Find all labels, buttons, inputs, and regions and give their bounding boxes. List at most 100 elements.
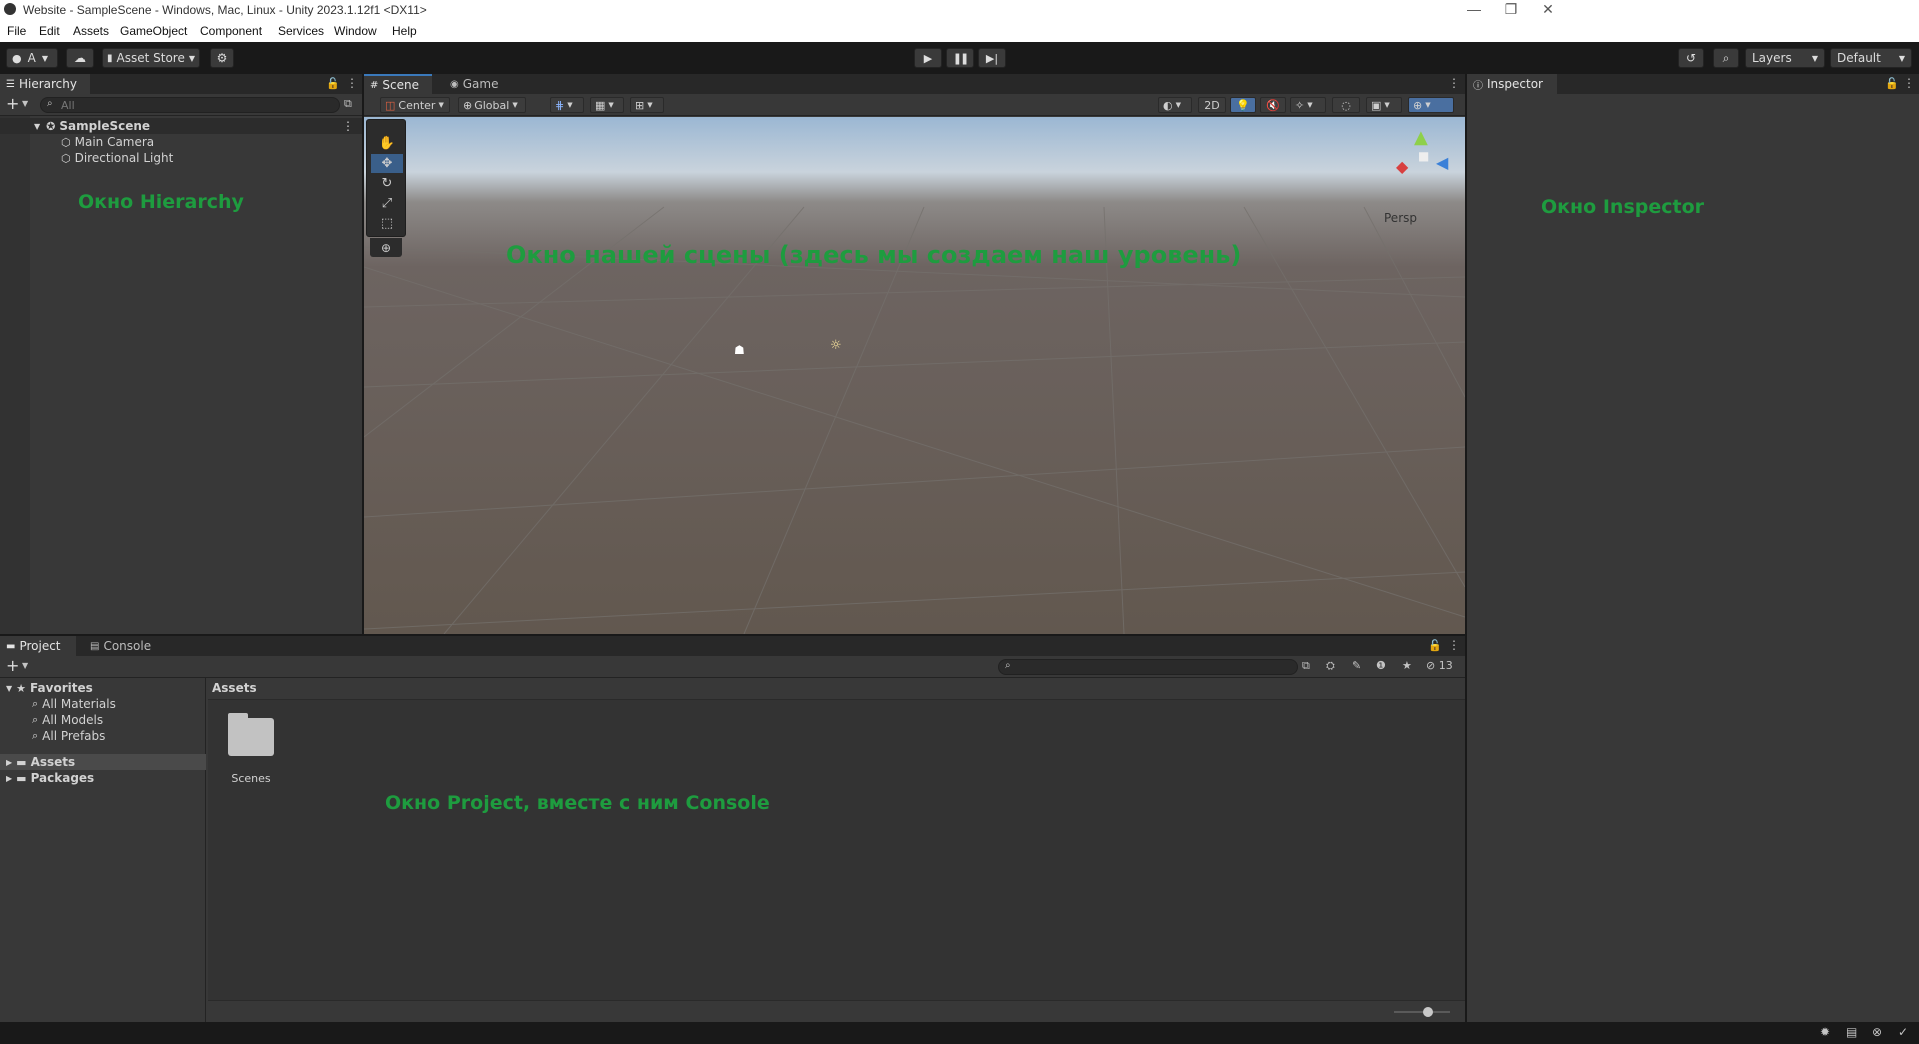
- lock-icon[interactable]: 🔓: [1428, 639, 1442, 652]
- grid-snap-button[interactable]: ⋕ ▼: [550, 97, 584, 113]
- eye-slash-icon: ⊘: [1426, 659, 1436, 672]
- close-button[interactable]: ✕: [1533, 1, 1563, 18]
- filter-type-icon[interactable]: ⛭: [1326, 659, 1335, 673]
- tree-row-all-prefabs[interactable]: ⌕ All Prefabs: [0, 728, 105, 744]
- tree-row-all-materials[interactable]: ⌕ All Materials: [0, 696, 116, 712]
- more-options-icon[interactable]: ⋮: [346, 76, 358, 90]
- grid-visibility-button[interactable]: ▦ ▼: [590, 97, 624, 113]
- account-button[interactable]: ● A ▼: [6, 48, 58, 68]
- audio-mute-icon: 🔇: [1266, 98, 1280, 112]
- menu-edit[interactable]: Edit: [39, 24, 60, 38]
- tree-row-packages[interactable]: ▶ ▬ Packages: [0, 770, 94, 786]
- increment-snap-button[interactable]: ⊞ ▼: [630, 97, 664, 113]
- camera-gizmo-icon[interactable]: ☗: [734, 343, 745, 357]
- menu-assets[interactable]: Assets: [73, 24, 109, 38]
- search-button[interactable]: ⌕: [1713, 48, 1739, 68]
- filter-log-icon[interactable]: ❶: [1376, 659, 1386, 672]
- lock-icon[interactable]: 🔓: [1885, 77, 1899, 90]
- rotate-tool-icon[interactable]: ↻: [371, 174, 403, 193]
- tree-row-scene[interactable]: ▼ ✪ SampleScene ⋮: [0, 118, 362, 134]
- hierarchy-search-input[interactable]: ⌕ All: [40, 97, 340, 113]
- play-button[interactable]: ▶: [914, 48, 942, 68]
- restore-button[interactable]: ❐: [1496, 1, 1526, 18]
- project-search-input[interactable]: ⌕: [998, 659, 1298, 675]
- tab-scene[interactable]: # Scene: [364, 74, 432, 94]
- layout-dropdown[interactable]: Default ▼: [1830, 48, 1912, 68]
- menu-window[interactable]: Window: [334, 24, 377, 38]
- cloud-button[interactable]: ☁: [66, 48, 94, 68]
- transform-tool-icon[interactable]: ⊕: [370, 238, 402, 257]
- folder-icon: ▬: [6, 640, 16, 652]
- tab-inspector[interactable]: ⓘ Inspector: [1467, 74, 1557, 94]
- hidden-objects-toggle[interactable]: ◌: [1332, 97, 1360, 113]
- draw-mode-button[interactable]: ◐ ▼: [1158, 97, 1192, 113]
- scene-viewport[interactable]: ✋ ✥ ↻ ⤢ ⬚ ⊕ ☗ ☼ ▲ ◀ ◆ ■ Persp Окно нашей…: [364, 117, 1465, 634]
- menu-services[interactable]: Services: [278, 24, 324, 38]
- inspector-annotation: Окно Inspector: [1541, 196, 1705, 218]
- cache-icon[interactable]: ▤: [1846, 1025, 1857, 1039]
- space-dropdown[interactable]: ⊕ Global ▼: [458, 97, 526, 113]
- filter-label-icon[interactable]: ✎: [1352, 659, 1361, 672]
- tab-game[interactable]: ◉ Game: [444, 74, 514, 94]
- more-options-icon[interactable]: ⋮: [1903, 76, 1915, 90]
- pivot-dropdown[interactable]: ◫ Center ▼: [380, 97, 450, 113]
- tree-row-directional-light[interactable]: ⬡ Directional Light: [0, 150, 173, 166]
- gameobject-cube-icon: ⬡: [61, 151, 71, 165]
- services-button[interactable]: ⚙: [210, 48, 234, 68]
- lighting-toggle[interactable]: 💡: [1230, 97, 1256, 113]
- pause-button[interactable]: ❚❚: [946, 48, 974, 68]
- tab-project[interactable]: ▬ Project: [0, 636, 76, 656]
- menu-component[interactable]: Component: [200, 24, 262, 38]
- zoom-slider[interactable]: [1394, 1007, 1450, 1017]
- network-icon[interactable]: ⊗: [1872, 1025, 1882, 1039]
- gizmos-dropdown[interactable]: ⊕ ▼: [1408, 97, 1454, 113]
- camera-dropdown[interactable]: ▣ ▼: [1366, 97, 1402, 113]
- scene-filter-icon[interactable]: ⧉: [344, 97, 352, 111]
- persp-label[interactable]: Persp: [1384, 211, 1417, 225]
- add-button[interactable]: +: [6, 94, 19, 113]
- add-button[interactable]: +: [6, 656, 19, 675]
- tab-hierarchy[interactable]: ☰ Hierarchy: [0, 74, 90, 94]
- move-tool-icon[interactable]: ✥: [371, 154, 403, 173]
- window-title-bar: Website - SampleScene - Windows, Mac, Li…: [0, 0, 1919, 20]
- inspector-panel: ⓘ Inspector 🔓 ⋮ Окно Inspector: [1467, 74, 1919, 1022]
- tree-row-favorites[interactable]: ▼ ★ Favorites: [0, 680, 93, 696]
- effects-dropdown[interactable]: ✧ ▼: [1290, 97, 1326, 113]
- hierarchy-panel: ☰ Hierarchy 🔓 ⋮ + ▼ ⌕ All ⧉ ▼ ✪ SampleSc…: [0, 74, 362, 634]
- search-icon: ⌕: [47, 98, 53, 109]
- more-options-icon[interactable]: ⋮: [1448, 638, 1460, 652]
- expand-arrow-icon: ▶: [6, 757, 13, 767]
- bug-icon[interactable]: ✹: [1820, 1025, 1830, 1039]
- mode-2d-button[interactable]: 2D: [1198, 97, 1226, 113]
- tree-row-main-camera[interactable]: ⬡ Main Camera: [0, 134, 154, 150]
- favorite-star-icon[interactable]: ★: [1402, 659, 1412, 672]
- more-options-icon[interactable]: ⋮: [342, 119, 354, 133]
- tree-row-assets[interactable]: ▶ ▬ Assets: [0, 754, 206, 770]
- scale-tool-icon[interactable]: ⤢: [371, 194, 403, 213]
- tree-row-all-models[interactable]: ⌕ All Models: [0, 712, 103, 728]
- lock-icon[interactable]: 🔓: [326, 77, 340, 90]
- zoom-slider-knob[interactable]: [1422, 1007, 1433, 1017]
- hand-tool-icon[interactable]: ✋: [371, 134, 403, 153]
- expand-arrow-icon: ▶: [6, 773, 13, 783]
- light-gizmo-icon[interactable]: ☼: [830, 338, 842, 353]
- hidden-packages-toggle[interactable]: ⊘ 13: [1426, 659, 1453, 672]
- gamepad-icon: ◉: [450, 78, 459, 90]
- step-button[interactable]: ▶|: [978, 48, 1006, 68]
- asset-store-button[interactable]: ▮ Asset Store ▼: [102, 48, 200, 68]
- orientation-gizmo[interactable]: ▲ ◀ ◆ ■: [1382, 127, 1462, 199]
- rect-tool-icon[interactable]: ⬚: [371, 214, 403, 233]
- layers-dropdown[interactable]: Layers ▼: [1745, 48, 1825, 68]
- menu-help[interactable]: Help: [392, 24, 417, 38]
- tab-console[interactable]: ▤ Console: [84, 636, 164, 656]
- folder-item-scenes[interactable]: Scenes: [218, 713, 278, 788]
- audio-toggle[interactable]: 🔇: [1260, 97, 1286, 113]
- menu-file[interactable]: File: [7, 24, 26, 38]
- breadcrumb-assets[interactable]: Assets: [212, 681, 257, 695]
- search-scope-icon[interactable]: ⧉: [1302, 659, 1310, 673]
- status-check-icon[interactable]: ✓: [1898, 1025, 1908, 1039]
- minimize-button[interactable]: —: [1459, 1, 1489, 17]
- history-button[interactable]: ↺: [1678, 48, 1704, 68]
- more-options-icon[interactable]: ⋮: [1448, 76, 1460, 90]
- menu-gameobject[interactable]: GameObject: [120, 24, 187, 38]
